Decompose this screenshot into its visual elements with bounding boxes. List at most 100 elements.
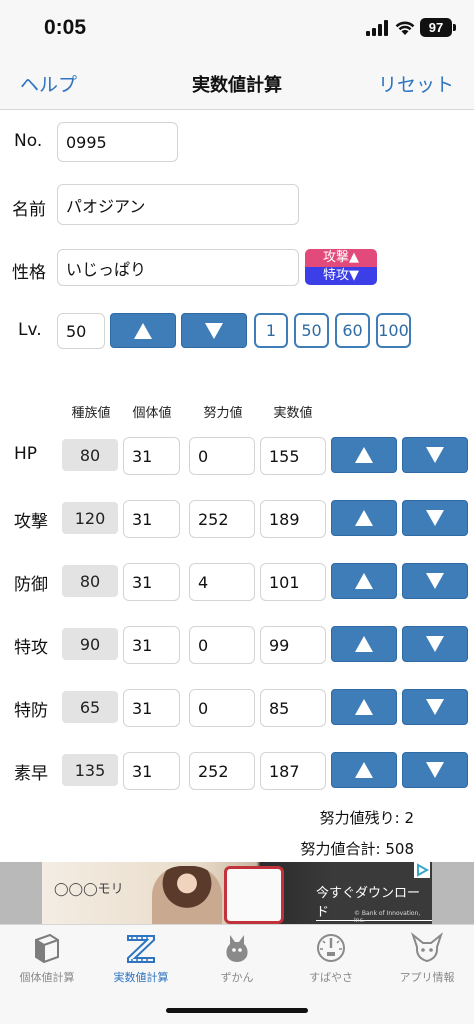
name-label: 名前 — [12, 200, 46, 220]
ev-field-sp-defense[interactable] — [189, 689, 255, 727]
tab-speed[interactable]: すばやさ — [284, 931, 378, 991]
tab-app-info[interactable]: アプリ情報 — [380, 931, 474, 991]
stat-label-defense: 防御 — [14, 575, 48, 595]
stat-down-button-defense[interactable] — [402, 563, 468, 599]
column-header-base: 種族値 — [71, 406, 111, 421]
level-preset-50-button[interactable]: 50 — [294, 313, 329, 348]
tab-label: 実数値計算 — [113, 971, 169, 984]
level-field[interactable] — [57, 313, 105, 349]
level-down-button[interactable] — [181, 313, 247, 348]
tab-actual-calc[interactable]: 実数値計算 — [94, 931, 188, 991]
iv-input-hp[interactable] — [132, 446, 179, 466]
ev-input-sp-defense[interactable] — [198, 698, 254, 718]
cube-icon — [35, 933, 59, 964]
actual-field-defense[interactable] — [260, 563, 326, 601]
actual-input-speed[interactable] — [269, 761, 325, 781]
name-input[interactable] — [66, 195, 298, 214]
iv-input-speed[interactable] — [132, 761, 179, 781]
navigation-bar: ヘルプ 実数値計算 リセット — [0, 58, 474, 110]
stat-up-button-hp[interactable] — [331, 437, 397, 473]
stat-up-button-sp-attack[interactable] — [331, 626, 397, 662]
nature-up-stat: 攻撃▲ — [305, 249, 377, 267]
iv-field-sp-defense[interactable] — [123, 689, 180, 727]
iv-field-defense[interactable] — [123, 563, 180, 601]
no-field[interactable] — [57, 122, 178, 162]
column-header-actual: 実数値 — [273, 406, 313, 421]
ad-banner[interactable]: ◯◯◯モリ 今すぐダウンロード © Bank of Innovation, In… — [0, 862, 474, 924]
iv-field-speed[interactable] — [123, 752, 180, 790]
ev-input-speed[interactable] — [198, 761, 254, 781]
stat-down-button-sp-attack[interactable] — [402, 626, 468, 662]
iv-input-sp-attack[interactable] — [132, 635, 179, 655]
base-stat-speed: 135 — [62, 754, 118, 786]
ev-field-speed[interactable] — [189, 752, 255, 790]
triangle-down-icon — [426, 699, 444, 715]
stat-up-button-speed[interactable] — [331, 752, 397, 788]
level-input[interactable] — [66, 321, 104, 341]
actual-input-hp[interactable] — [269, 446, 325, 466]
status-time: 0:05 — [44, 16, 87, 39]
nature-effect-badge: 攻撃▲ 特攻▼ — [305, 249, 377, 285]
triangle-down-icon — [426, 762, 444, 778]
triangle-up-icon — [355, 699, 373, 715]
iv-field-attack[interactable] — [123, 500, 180, 538]
triangle-down-icon — [426, 573, 444, 589]
actual-input-sp-attack[interactable] — [269, 635, 325, 655]
nature-field[interactable] — [57, 249, 299, 286]
name-field[interactable] — [57, 184, 299, 225]
tab-iv-calc[interactable]: 個体値計算 — [0, 931, 94, 991]
ad-choices-icon[interactable] — [414, 862, 430, 878]
nature-label: 性格 — [12, 263, 46, 283]
iv-field-sp-attack[interactable] — [123, 626, 180, 664]
actual-input-defense[interactable] — [269, 572, 325, 592]
ad-creative[interactable]: ◯◯◯モリ 今すぐダウンロード © Bank of Innovation, In… — [42, 862, 432, 924]
iv-input-sp-defense[interactable] — [132, 698, 179, 718]
stat-label-sp-attack: 特攻 — [14, 638, 48, 658]
iv-input-defense[interactable] — [132, 572, 179, 592]
tab-label: 個体値計算 — [19, 971, 75, 984]
actual-input-attack[interactable] — [269, 509, 325, 529]
actual-field-hp[interactable] — [260, 437, 326, 475]
ev-input-attack[interactable] — [198, 509, 254, 529]
stat-down-button-attack[interactable] — [402, 500, 468, 536]
iv-field-hp[interactable] — [123, 437, 180, 475]
ev-field-defense[interactable] — [189, 563, 255, 601]
triangle-down-icon — [426, 636, 444, 652]
stat-up-button-defense[interactable] — [331, 563, 397, 599]
creature-icon — [410, 932, 444, 963]
cellular-signal-icon — [366, 20, 388, 36]
ev-field-attack[interactable] — [189, 500, 255, 538]
reset-button[interactable]: リセット — [378, 70, 454, 97]
ev-input-hp[interactable] — [198, 446, 254, 466]
ev-input-sp-attack[interactable] — [198, 635, 254, 655]
stat-down-button-sp-defense[interactable] — [402, 689, 468, 725]
level-preset-60-button[interactable]: 60 — [335, 313, 370, 348]
triangle-up-icon — [355, 510, 373, 526]
no-input[interactable] — [66, 132, 177, 152]
base-stat-attack: 120 — [62, 502, 118, 534]
level-up-button[interactable] — [110, 313, 176, 348]
actual-field-speed[interactable] — [260, 752, 326, 790]
ev-field-hp[interactable] — [189, 437, 255, 475]
status-bar: 0:05 97 — [0, 0, 474, 58]
level-preset-100-button[interactable]: 100 — [376, 313, 411, 348]
actual-field-attack[interactable] — [260, 500, 326, 538]
actual-input-sp-defense[interactable] — [269, 698, 325, 718]
actual-field-sp-attack[interactable] — [260, 626, 326, 664]
ad-copyright: © Bank of Innovation, Inc. — [354, 910, 421, 924]
level-label: Lv. — [18, 320, 42, 340]
level-preset-1-button[interactable]: 1 — [254, 313, 288, 348]
nature-input[interactable] — [66, 258, 298, 277]
help-button[interactable]: ヘルプ — [20, 70, 77, 97]
tab-pokedex[interactable]: ずかん — [190, 931, 284, 991]
stat-up-button-attack[interactable] — [331, 500, 397, 536]
iv-input-attack[interactable] — [132, 509, 179, 529]
ev-input-defense[interactable] — [198, 572, 254, 592]
base-stat-defense: 80 — [62, 565, 118, 597]
stat-down-button-hp[interactable] — [402, 437, 468, 473]
ev-field-sp-attack[interactable] — [189, 626, 255, 664]
triangle-up-icon — [355, 447, 373, 463]
stat-up-button-sp-defense[interactable] — [331, 689, 397, 725]
actual-field-sp-defense[interactable] — [260, 689, 326, 727]
stat-down-button-speed[interactable] — [402, 752, 468, 788]
